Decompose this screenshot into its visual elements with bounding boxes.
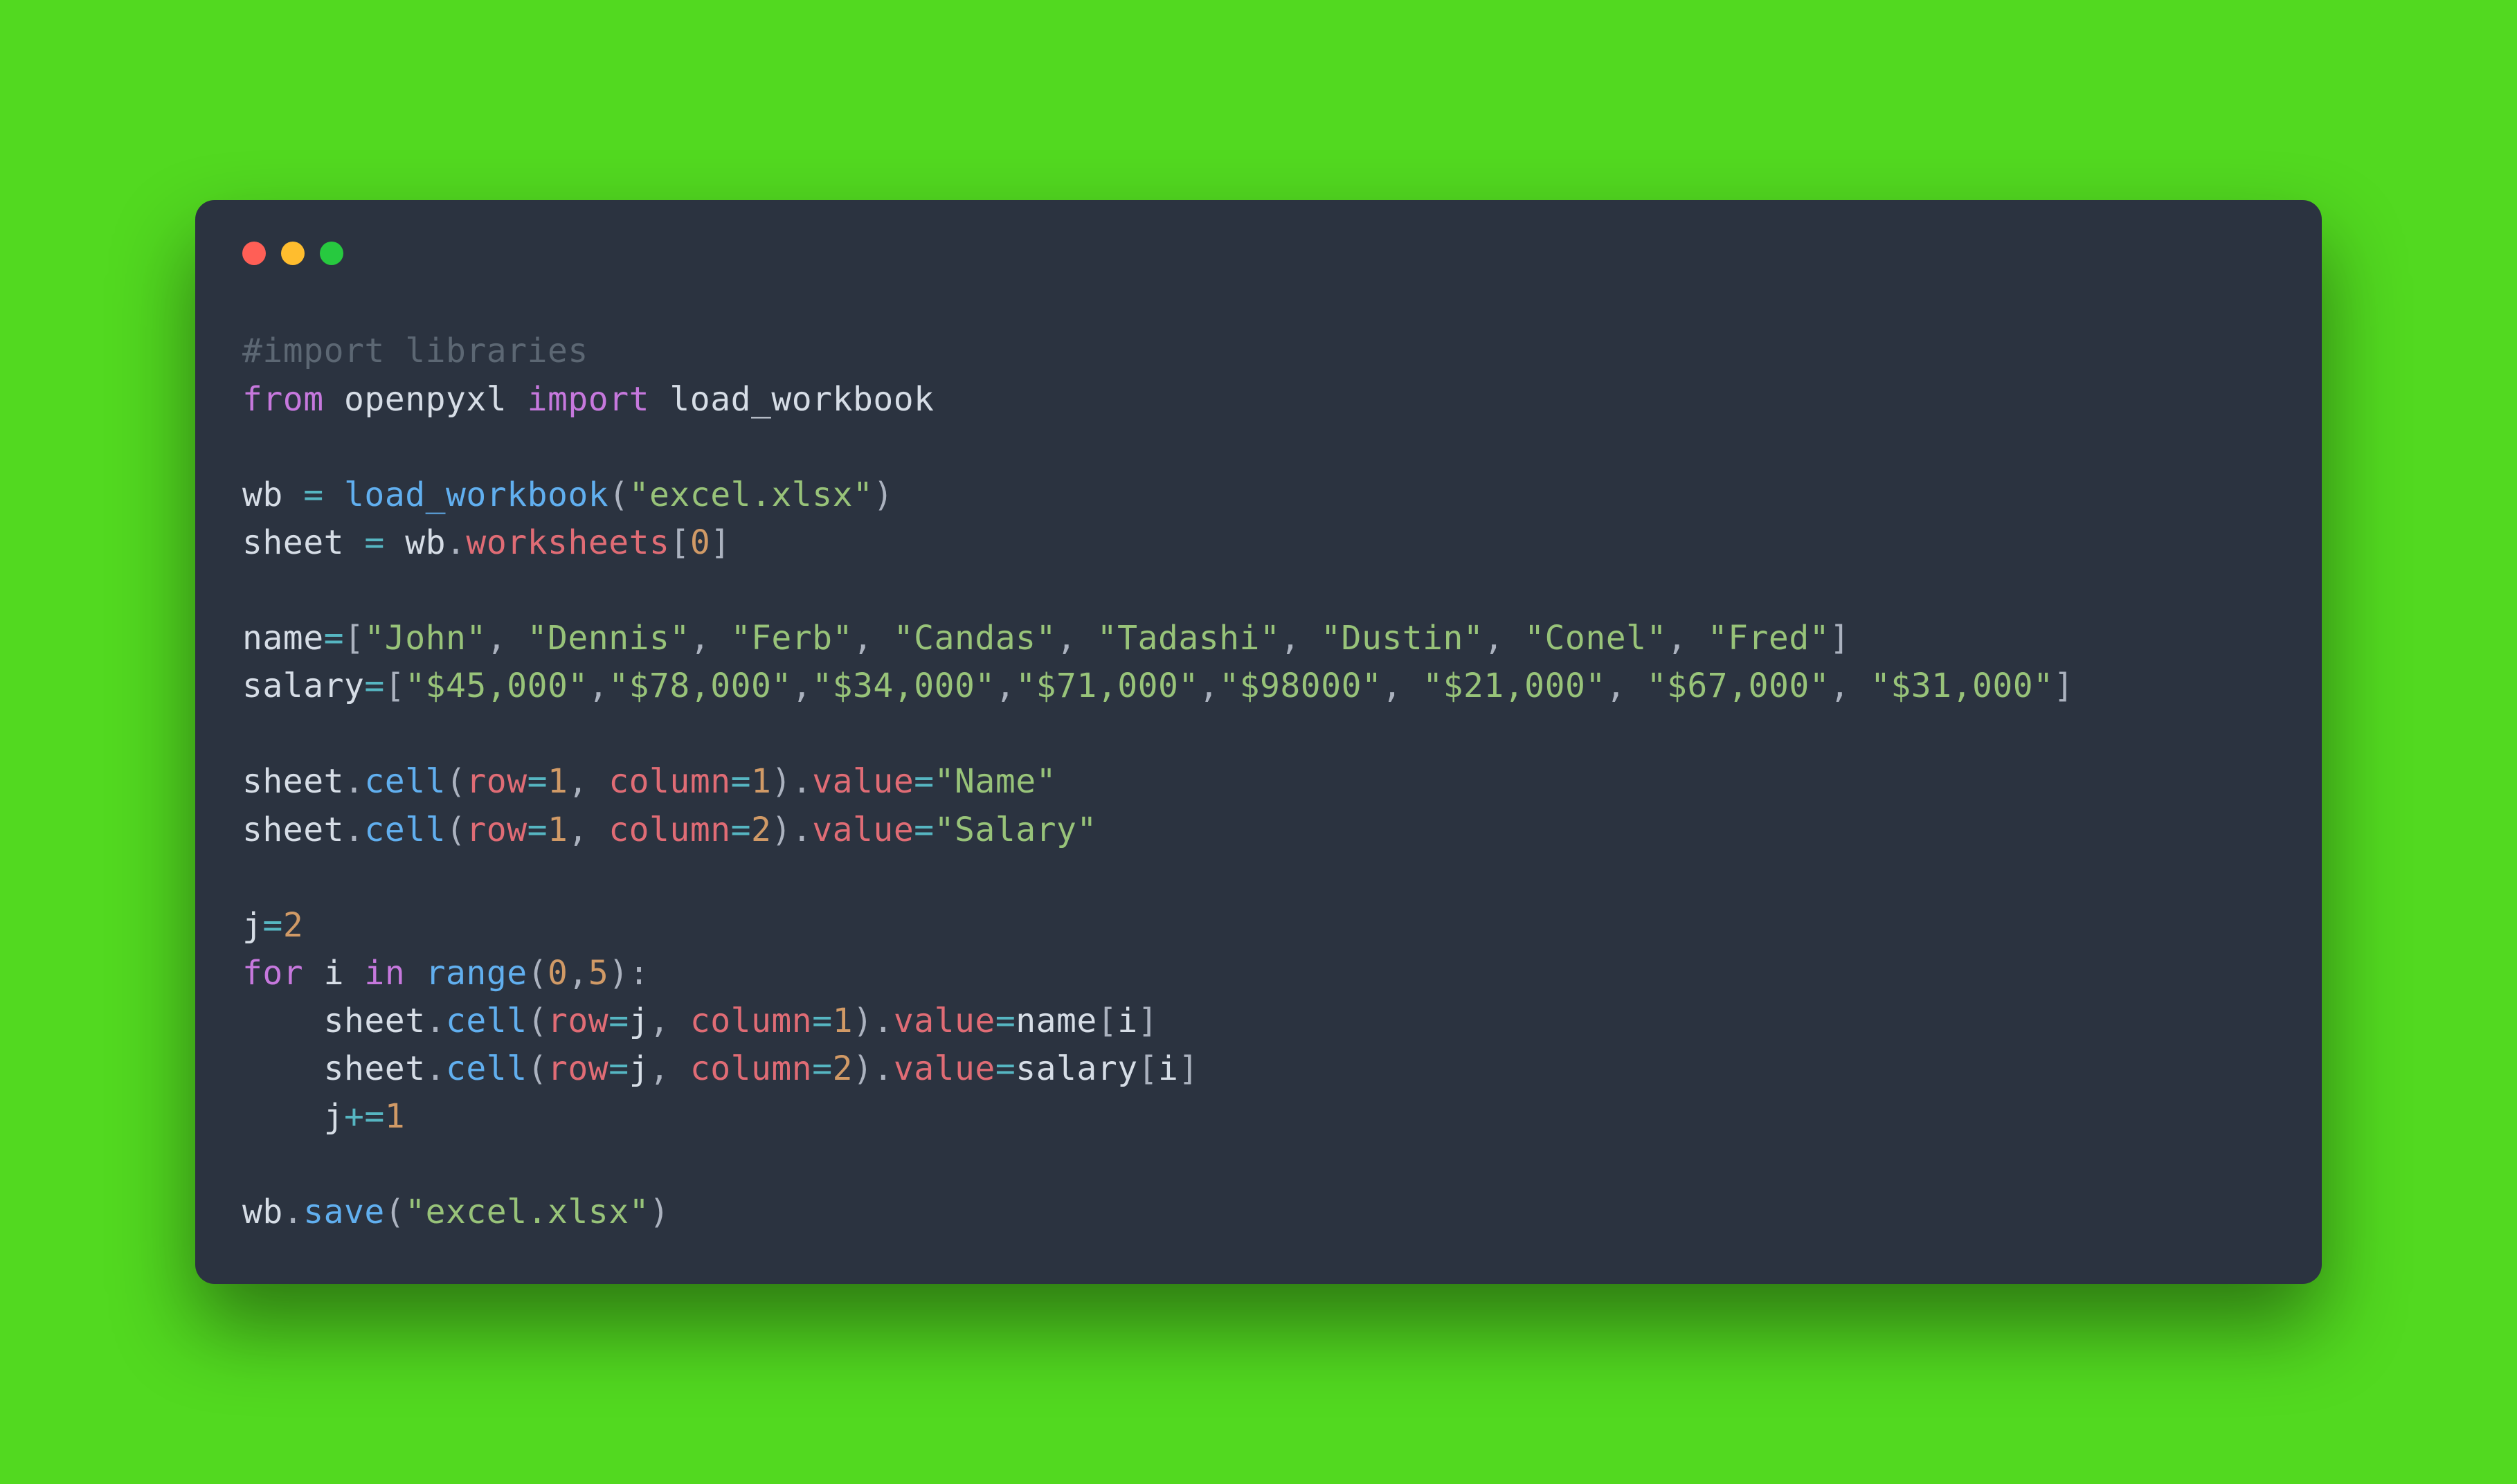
keyword-import: import: [527, 380, 649, 419]
var-i: i: [324, 954, 344, 993]
attr-save: save: [303, 1193, 385, 1231]
string-excel: "excel.xlsx": [629, 476, 874, 514]
comment-line: #import libraries: [242, 332, 588, 370]
var-sheet: sheet: [242, 523, 344, 562]
salary-item: "$78,000": [608, 667, 792, 705]
name-item: "Dennis": [527, 619, 690, 658]
salary-item: "$45,000": [405, 667, 588, 705]
salary-item: "$34,000": [812, 667, 995, 705]
fn-range: range: [426, 954, 527, 993]
name-item: "Conel": [1524, 619, 1667, 658]
name-item: "Dustin": [1321, 619, 1483, 658]
kw-column: column: [608, 762, 730, 801]
attr-worksheets: worksheets: [466, 523, 669, 562]
module-name: openpyxl: [344, 380, 507, 419]
op-eq: =: [303, 476, 323, 514]
op-pluseq: +=: [344, 1097, 385, 1136]
keyword-for: for: [242, 954, 303, 993]
name-item: "Fred": [1708, 619, 1830, 658]
name-item: "Tadashi": [1097, 619, 1281, 658]
keyword-from: from: [242, 380, 324, 419]
var-j: j: [242, 906, 262, 945]
string-Salary: "Salary": [935, 811, 1097, 849]
attr-value: value: [812, 762, 914, 801]
var-wb: wb: [242, 476, 283, 514]
salary-item: "$98000": [1219, 667, 1382, 705]
var-salary: salary: [242, 667, 364, 705]
keyword-in: in: [364, 954, 405, 993]
string-Name: "Name": [935, 762, 1056, 801]
code-window: #import libraries from openpyxl import l…: [195, 200, 2322, 1283]
kw-row: row: [466, 762, 527, 801]
salary-item: "$67,000": [1647, 667, 1830, 705]
name-item: "John": [364, 619, 486, 658]
fn-load-workbook: load_workbook: [344, 476, 608, 514]
minimize-icon[interactable]: [281, 242, 305, 265]
close-icon[interactable]: [242, 242, 266, 265]
window-titlebar: [242, 242, 2275, 265]
code-block: #import libraries from openpyxl import l…: [242, 327, 2275, 1236]
var-name: name: [242, 619, 324, 658]
salary-item: "$31,000": [1870, 667, 2054, 705]
attr-cell: cell: [364, 762, 446, 801]
name-item: "Ferb": [731, 619, 853, 658]
zoom-icon[interactable]: [320, 242, 343, 265]
salary-item: "$71,000": [1016, 667, 1199, 705]
name-item: "Candas": [894, 619, 1056, 658]
import-target: load_workbook: [669, 380, 934, 419]
salary-item: "$21,000": [1423, 667, 1606, 705]
number-zero: 0: [690, 523, 710, 562]
